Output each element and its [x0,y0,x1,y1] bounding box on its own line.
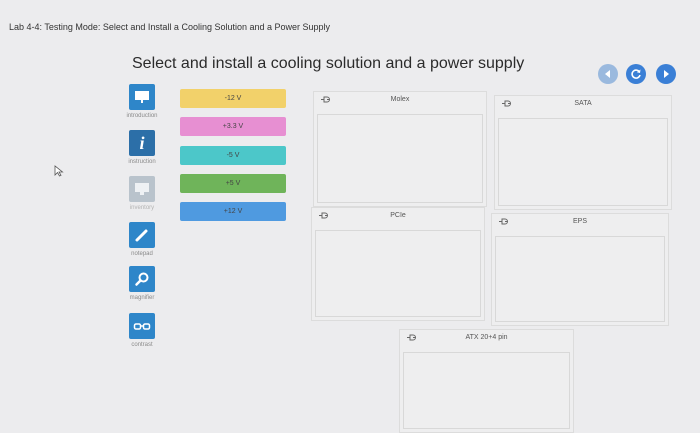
toolbar-label: introduction [126,113,158,119]
connector-label: SATA [574,100,592,107]
reset-icon [631,69,641,79]
back-button[interactable] [598,64,618,84]
info-icon: i [129,130,155,156]
toolbar-contrast[interactable]: contrast [115,313,169,348]
back-arrow-icon [605,70,610,78]
toolbar-label: instruction [128,159,156,165]
toolbar-label: magnifier [129,295,155,301]
toolbar-inventory[interactable]: inventory [115,176,169,211]
connector-label: PCIe [390,212,406,219]
next-button[interactable] [656,64,676,84]
voltage-chip-pos5v[interactable]: +5 V [180,174,286,193]
toolbar-label: notepad [131,251,153,257]
connector-zone-molex[interactable]: Molex [313,91,487,207]
inventory-icon [129,176,155,202]
next-arrow-icon [664,70,669,78]
voltage-chip-pos12v[interactable]: +12 V [180,202,286,221]
mouse-cursor-icon [54,165,64,177]
drop-area[interactable] [495,236,665,322]
connector-label: EPS [572,218,587,225]
toolbar-label: inventory [129,205,155,211]
connector-label: Molex [390,96,410,103]
drop-area[interactable] [403,352,570,429]
connector-zone-eps[interactable]: EPS [491,213,669,326]
voltage-chip-pos3-3v[interactable]: +3.3 V [180,117,286,136]
drop-area[interactable] [317,114,483,203]
voltage-chip-neg12v[interactable]: -12 V [180,89,286,108]
reset-button[interactable] [626,64,646,84]
connector-zone-atx[interactable]: ATX 20+4 pin [399,329,574,433]
introduction-icon [129,84,155,110]
connector-label: ATX 20+4 pin [465,334,508,341]
toolbar-notepad[interactable]: notepad [115,222,169,257]
toolbar-introduction[interactable]: introduction [115,84,169,119]
drop-area[interactable] [498,118,668,206]
pencil-icon [129,222,155,248]
toolbar-instruction[interactable]: i instruction [115,130,169,165]
drop-area[interactable] [315,230,481,317]
connector-zone-pcie[interactable]: PCIe [311,207,485,321]
page-title: Select and install a cooling solution an… [132,55,525,72]
window-title: Lab 4-4: Testing Mode: Select and Instal… [9,22,331,32]
magnifier-icon [129,266,155,292]
toolbar-magnifier[interactable]: magnifier [115,266,169,301]
voltage-chip-neg5v[interactable]: -5 V [180,146,286,165]
glasses-icon [129,313,155,339]
connector-zone-sata[interactable]: SATA [494,95,672,210]
toolbar-label: contrast [131,342,153,348]
